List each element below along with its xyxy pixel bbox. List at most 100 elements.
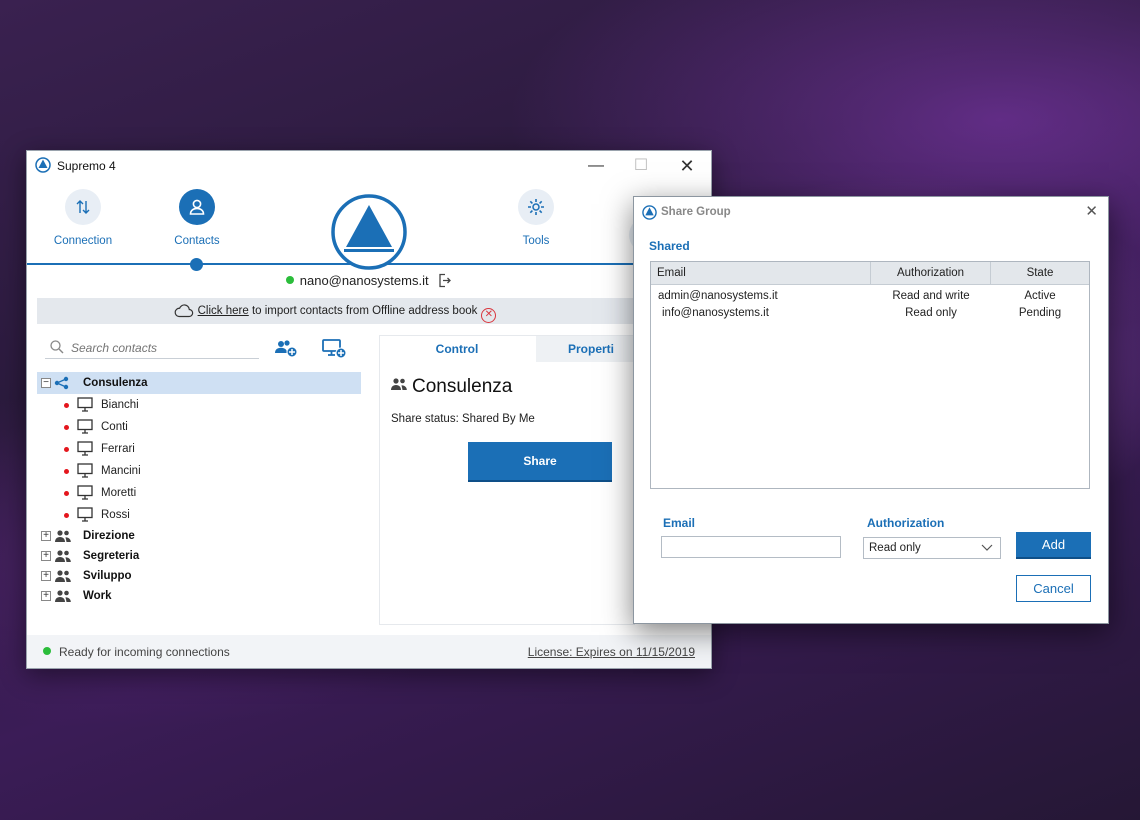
dialog-title: Share Group [661, 206, 731, 218]
collapse-toggle[interactable]: − [41, 378, 51, 388]
monitor-icon [77, 441, 93, 456]
tree-group-sviluppo[interactable]: + Sviluppo [37, 566, 361, 586]
shared-table: Email Authorization State admin@nanosyst… [650, 261, 1090, 489]
tree-contact-row[interactable]: Mancini [37, 460, 361, 482]
table-row[interactable]: info@nanosystems.it Read only Pending [651, 305, 1089, 322]
nav-connection[interactable]: Connection [33, 189, 133, 247]
import-bar-text: to import contacts from Offline address … [248, 305, 478, 317]
supremo-big-logo-icon [331, 194, 407, 270]
tree-contact-row[interactable]: Moretti [37, 482, 361, 504]
status-text-wrap: Ready for incoming connections [43, 645, 230, 659]
tree-contact-row[interactable]: Ferrari [37, 438, 361, 460]
tree-contact-row[interactable]: Conti [37, 416, 361, 438]
window-title: Supremo 4 [57, 159, 116, 173]
tree-contact-row[interactable]: Rossi [37, 504, 361, 526]
tree-group-segreteria[interactable]: + Segreteria [37, 546, 361, 566]
tree-contact-label: Conti [101, 421, 128, 433]
maximize-button[interactable]: ☐ [621, 154, 661, 178]
expand-toggle[interactable]: + [41, 551, 51, 561]
expand-toggle[interactable]: + [41, 531, 51, 541]
nav-active-indicator [190, 258, 203, 271]
logout-icon[interactable] [438, 273, 452, 288]
shared-section-title: Shared [649, 239, 690, 253]
add-user-icon [275, 340, 298, 358]
tree-group-label: Direzione [83, 530, 135, 542]
supremo-logo-icon [642, 205, 657, 220]
column-header-state[interactable]: State [991, 262, 1089, 284]
minimize-button[interactable]: — [576, 154, 616, 178]
search-box [45, 337, 259, 359]
people-icon [55, 570, 71, 582]
main-window: Supremo 4 — ☐ ✕ Connection Contacts Tool… [26, 150, 712, 669]
search-input[interactable] [71, 339, 257, 357]
cell-email: admin@nanosystems.it [658, 290, 778, 302]
offline-status-dot [64, 513, 69, 518]
share-status: Share status: Shared By Me [391, 413, 535, 425]
user-status-line: nano@nanosystems.it [27, 273, 711, 288]
add-computer-button[interactable] [321, 337, 349, 361]
dismiss-import-icon[interactable]: ✕ [481, 308, 497, 323]
tree-contact-label: Rossi [101, 509, 130, 521]
monitor-icon [77, 507, 93, 522]
cell-authorization: Read only [905, 307, 957, 319]
people-icon [391, 378, 407, 390]
cell-state: Pending [1018, 307, 1062, 319]
authorization-select[interactable]: Read only [863, 537, 1001, 559]
tree-group-label: Work [83, 590, 112, 602]
email-field[interactable] [661, 536, 841, 558]
status-text: Ready for incoming connections [59, 645, 230, 659]
add-computer-icon [322, 339, 347, 359]
tree-group-direzione[interactable]: + Direzione [37, 526, 361, 546]
people-icon [55, 590, 71, 602]
cell-email: info@nanosystems.it [662, 307, 769, 319]
user-email: nano@nanosystems.it [299, 273, 429, 288]
offline-status-dot [64, 403, 69, 408]
tree-group-consulenza[interactable]: − Consulenza [37, 372, 361, 394]
add-button[interactable]: Add [1016, 532, 1091, 559]
detail-panel: Control Properti Consulenza Share status… [379, 335, 646, 625]
offline-status-dot [64, 447, 69, 452]
tree-group-label: Consulenza [83, 377, 148, 389]
chevron-down-icon [981, 544, 993, 551]
cell-authorization: Read and write [892, 290, 970, 302]
transfer-arrows-icon [65, 189, 101, 225]
monitor-icon [77, 463, 93, 478]
gear-icon [518, 189, 554, 225]
monitor-icon [77, 397, 93, 412]
ready-status-dot [43, 647, 51, 655]
tree-contact-label: Bianchi [101, 399, 139, 411]
expand-toggle[interactable]: + [41, 571, 51, 581]
expand-toggle[interactable]: + [41, 591, 51, 601]
add-contact-button[interactable] [273, 337, 301, 361]
nav-contacts-label: Contacts [174, 235, 220, 247]
tree-contact-row[interactable]: Bianchi [37, 394, 361, 416]
offline-status-dot [64, 491, 69, 496]
dialog-close-button[interactable]: ✕ [1085, 202, 1098, 220]
nav-contacts[interactable]: Contacts [147, 189, 247, 247]
nav-tools[interactable]: Tools [486, 189, 586, 247]
offline-status-dot [64, 469, 69, 474]
license-link[interactable]: License: Expires on 11/15/2019 [528, 645, 695, 659]
column-header-authorization[interactable]: Authorization [871, 262, 991, 284]
import-link[interactable]: Click here [198, 305, 249, 317]
column-header-email[interactable]: Email [651, 262, 871, 284]
people-icon [55, 530, 71, 542]
monitor-icon [77, 419, 93, 434]
online-status-dot [285, 276, 294, 284]
offline-status-dot [64, 425, 69, 430]
tab-control[interactable]: Control [380, 336, 534, 362]
people-icon [55, 550, 71, 562]
nav-connection-label: Connection [53, 235, 113, 247]
monitor-icon [77, 485, 93, 500]
authorization-selected-value: Read only [869, 542, 921, 554]
close-button[interactable]: ✕ [667, 154, 707, 178]
table-row[interactable]: admin@nanosystems.it Read and write Acti… [651, 288, 1089, 305]
cancel-button[interactable]: Cancel [1016, 575, 1091, 602]
share-icon [54, 376, 69, 390]
tree-group-work[interactable]: + Work [37, 586, 361, 606]
detail-title-text: Consulenza [412, 376, 513, 397]
share-button[interactable]: Share [468, 442, 612, 482]
detail-tabs: Control Properti [380, 336, 646, 362]
tree-contact-label: Moretti [101, 487, 137, 499]
tab-properties[interactable]: Properti [536, 336, 646, 362]
